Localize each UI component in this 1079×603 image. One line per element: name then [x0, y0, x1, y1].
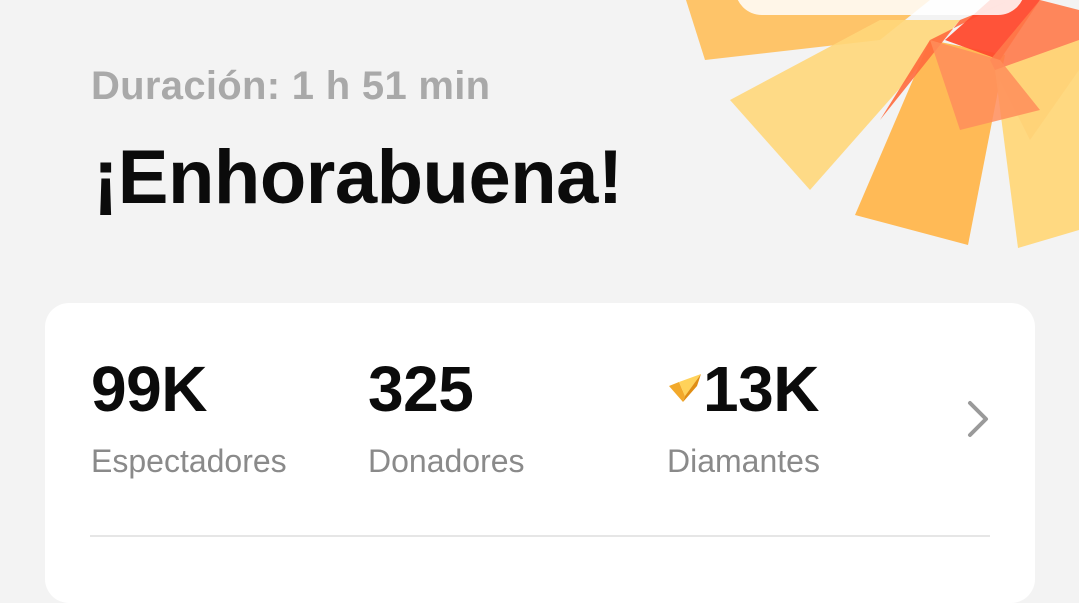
stat-viewers-value: 99K [91, 353, 207, 425]
stat-donors: 325 Donadores [368, 357, 525, 477]
chevron-right-icon[interactable] [965, 399, 991, 439]
stat-diamonds-row: 13K [667, 357, 820, 421]
page-title: ¡Enhorabuena! [93, 135, 623, 220]
stat-diamonds-label: Diamantes [667, 443, 820, 479]
stats-card[interactable]: 99K Espectadores 325 Donadores 13K Diama… [45, 303, 1035, 603]
stat-diamonds: 13K Diamantes [667, 357, 820, 477]
diamond-icon [669, 374, 701, 402]
stream-duration: Duración: 1 h 51 min [91, 64, 491, 108]
stat-diamonds-value: 13K [703, 353, 819, 425]
stat-viewers-label: Espectadores [91, 443, 287, 479]
divider [90, 535, 990, 537]
stat-donors-value: 325 [368, 353, 474, 425]
stat-donors-label: Donadores [368, 443, 525, 479]
stat-viewers: 99K Espectadores [91, 357, 287, 477]
